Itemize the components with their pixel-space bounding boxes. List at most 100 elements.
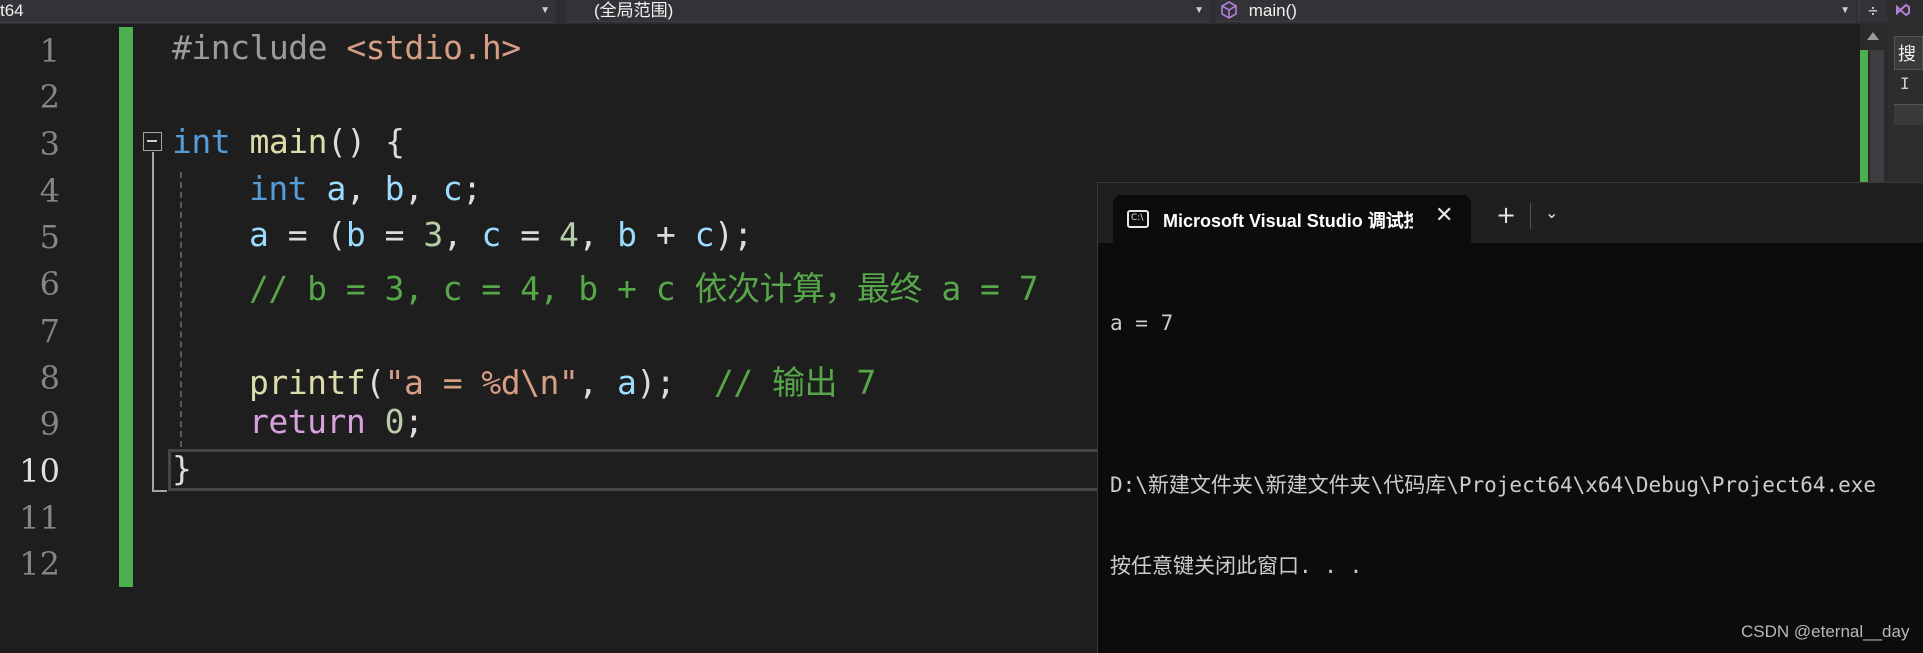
punctuation: , <box>578 215 618 254</box>
output-line: D:\新建文件夹\新建文件夹\代码库\Project64\x64\Debug\P… <box>1110 473 1877 497</box>
punctuation: , <box>345 169 385 208</box>
collapse-region-icon[interactable] <box>143 132 162 151</box>
punctuation: , <box>442 215 482 254</box>
variable: a <box>249 215 269 254</box>
code-line-4[interactable]: int a, b, c; <box>249 169 482 208</box>
operator: = <box>365 215 424 254</box>
scroll-up-arrow-icon[interactable] <box>1867 32 1879 40</box>
chevron-down-icon[interactable]: ⌄ <box>1545 203 1558 222</box>
comment: // 输出 7 <box>713 363 876 402</box>
variable: a <box>326 169 346 208</box>
punctuation: ( <box>365 363 385 402</box>
solution-explorer-tab[interactable]: 搜 <box>1894 36 1923 70</box>
number-literal: 0 <box>384 402 405 441</box>
line-number: 11 <box>19 499 60 537</box>
change-marker <box>1860 50 1868 200</box>
keyword: int <box>172 122 231 161</box>
variable: b <box>345 215 366 254</box>
navigation-bar: t64 ▼ (全局范围) ▼ main() ▼ ÷ <box>0 0 1923 24</box>
line-number: 2 <box>39 78 60 116</box>
punctuation: , <box>578 363 618 402</box>
scope-combo-value: (全局范围) <box>594 1 674 20</box>
right-side-panel: 搜 I <box>1888 0 1923 185</box>
code-line-10[interactable]: } <box>172 449 192 488</box>
terminal-tab[interactable]: C:\ Microsoft Visual Studio 调试控制台 ✕ <box>1113 195 1471 243</box>
terminal-tab-title: Microsoft Visual Studio 调试控制台 <box>1163 211 1413 231</box>
code-line-3[interactable]: int main() { <box>172 122 405 161</box>
vertical-scrollbar[interactable] <box>1860 24 1888 200</box>
number-literal: 3 <box>423 215 443 254</box>
close-icon[interactable]: ✕ <box>1435 203 1453 228</box>
indent-guide <box>180 172 182 447</box>
scrollbar-thumb[interactable] <box>1870 50 1884 200</box>
project-combo[interactable]: t64 ▼ <box>0 0 556 23</box>
punctuation: ); <box>713 215 753 254</box>
variable: b <box>384 169 405 208</box>
string-literal: "a = %d\n" <box>384 363 579 402</box>
variable: c <box>442 169 463 208</box>
variable: c <box>481 215 501 254</box>
include-path: <stdio.h> <box>346 28 521 67</box>
console-icon: C:\ <box>1127 210 1149 228</box>
code-line-6[interactable]: // b = 3, c = 4, b + c 依次计算，最终 a = 7 <box>249 262 1039 310</box>
chevron-down-icon: ▼ <box>1840 5 1850 16</box>
output-line: 按任意键关闭此窗口. . . <box>1110 554 1363 578</box>
function-name: main <box>249 122 327 161</box>
line-number: 9 <box>39 405 60 443</box>
line-number: 7 <box>39 312 60 350</box>
keyword: return <box>249 402 366 441</box>
punctuation: ; <box>403 402 424 441</box>
variable: c <box>694 215 715 254</box>
code-line-9[interactable]: return 0; <box>249 402 424 441</box>
operator: = ( <box>268 215 347 254</box>
fold-region-end <box>152 490 167 492</box>
line-number-current: 10 <box>19 452 60 490</box>
scope-combo[interactable]: (全局范围) ▼ <box>566 0 1210 22</box>
line-number-gutter: 1 2 3 4 5 6 7 8 9 10 11 12 <box>0 24 120 652</box>
preprocessor-directive: #include <box>172 28 347 67</box>
line-number: 6 <box>39 265 60 303</box>
variable: b <box>617 215 637 254</box>
line-number: 1 <box>39 32 60 70</box>
code-line-1[interactable]: #include <stdio.h> <box>172 28 521 67</box>
terminal-output[interactable]: a = 7 D:\新建文件夹\新建文件夹\代码库\Project64\x64\D… <box>1110 256 1876 634</box>
method-cube-icon <box>1220 0 1238 21</box>
member-combo-value: main() <box>1248 1 1297 20</box>
project-combo-value: t64 <box>0 1 24 20</box>
punctuation: ; <box>462 169 482 208</box>
code-line-8[interactable]: printf("a = %d\n", a); // 输出 7 <box>249 356 876 404</box>
punctuation: () { <box>326 122 405 161</box>
line-number: 3 <box>39 125 60 163</box>
code-line-5[interactable]: a = (b = 3, c = 4, b + c); <box>249 215 753 254</box>
chevron-down-icon: ▼ <box>1194 5 1204 16</box>
watermark: CSDN @eternal__day <box>1741 622 1910 641</box>
split-window-button[interactable]: ÷ <box>1858 0 1887 22</box>
punctuation: ); <box>636 363 714 402</box>
change-tracking-bar <box>119 27 133 587</box>
operator: + <box>636 215 695 254</box>
current-line-highlight <box>168 449 1103 491</box>
operator: = <box>500 215 559 254</box>
debug-console-window: C:\ Microsoft Visual Studio 调试控制台 ✕ + ⌄ … <box>1097 182 1923 653</box>
variable: a <box>617 363 637 402</box>
line-number: 5 <box>39 218 60 256</box>
split-window-icon: ÷ <box>1868 1 1878 20</box>
side-tab[interactable]: I <box>1894 74 1923 100</box>
line-number: 4 <box>39 172 60 210</box>
function-name: printf <box>249 363 366 402</box>
side-tab-strip[interactable] <box>1894 104 1923 125</box>
punctuation: , <box>403 169 443 208</box>
output-line: a = 7 <box>1110 311 1174 335</box>
keyword: int <box>249 169 308 208</box>
member-combo[interactable]: main() ▼ <box>1216 0 1856 22</box>
line-number: 8 <box>39 359 60 397</box>
chevron-down-icon: ▼ <box>540 5 550 16</box>
line-number: 12 <box>19 545 60 583</box>
terminal-titlebar: C:\ Microsoft Visual Studio 调试控制台 ✕ + ⌄ <box>1098 183 1923 243</box>
divider <box>1530 203 1531 229</box>
visual-studio-icon <box>1896 2 1910 18</box>
new-tab-button[interactable]: + <box>1496 201 1516 229</box>
fold-region-line <box>152 152 154 492</box>
number-literal: 4 <box>558 215 579 254</box>
